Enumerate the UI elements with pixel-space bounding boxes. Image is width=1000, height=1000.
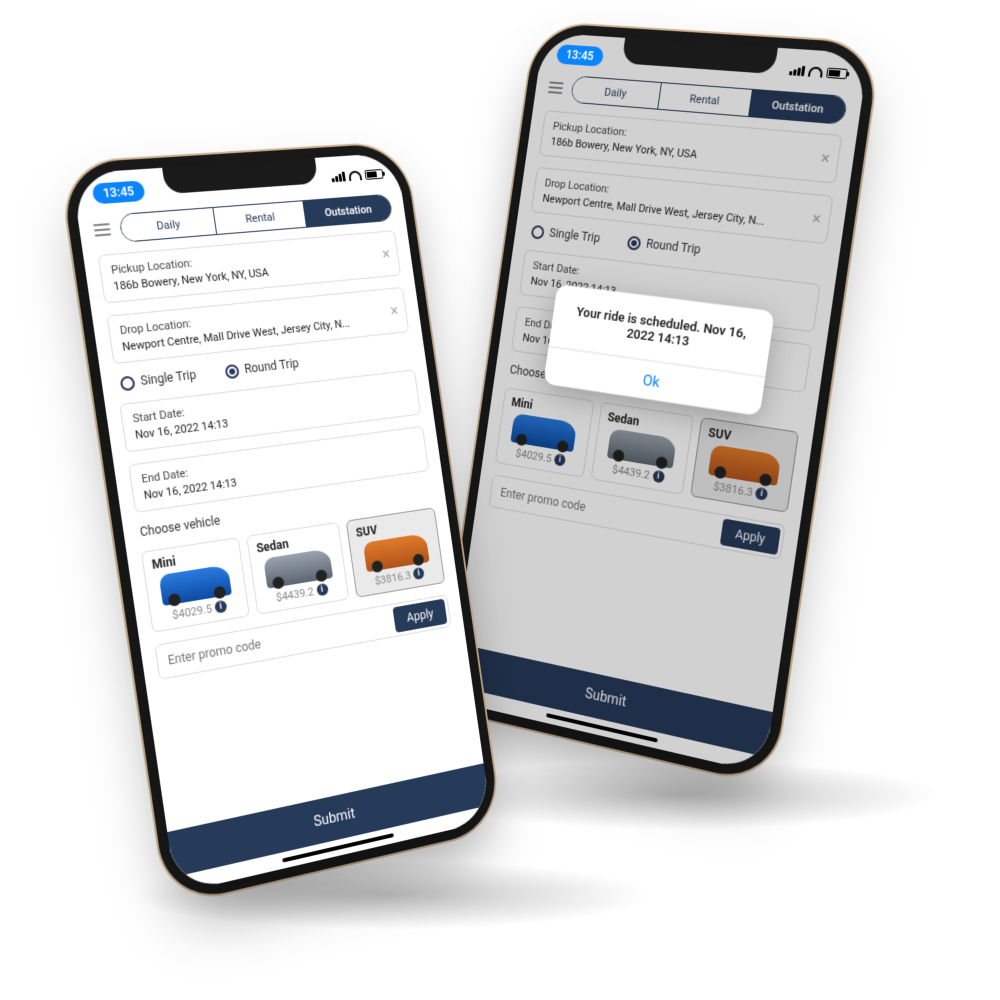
car-icon [708,444,781,486]
promo-row: Apply [488,474,785,560]
vehicle-mini[interactable]: Mini $4029.5i [495,387,594,478]
single-trip-radio[interactable]: Single Trip [119,368,197,392]
home-indicator [546,713,658,743]
clear-drop-icon[interactable]: × [389,303,399,319]
info-icon[interactable]: i [316,583,329,597]
round-trip-radio[interactable]: Round Trip [224,356,300,379]
trip-type-row: Single Trip Round Trip [527,223,825,271]
tab-daily[interactable]: Daily [120,208,218,242]
drop-label: Drop Location: [544,176,803,215]
car-icon [607,428,677,468]
confirmation-alert: Your ride is scheduled. Nov 16, 2022 14:… [543,284,775,416]
battery-icon [364,169,383,180]
tab-rental[interactable]: Rental [213,201,307,234]
round-trip-radio[interactable]: Round Trip [626,235,701,258]
phone-mockup-right: 13:45 Daily Rental Outstation Pickup Loc… [448,33,869,774]
status-time: 13:45 [556,44,604,67]
tab-outstation[interactable]: Outstation [303,195,392,227]
wifi-icon [808,66,824,77]
status-bar: 13:45 [539,33,869,91]
vehicle-suv[interactable]: SUV $3816.3i [690,417,799,513]
pickup-field[interactable]: Pickup Location: 186b Bowery, New York, … [539,110,842,183]
form-content: Pickup Location: 186b Bowery, New York, … [83,229,483,832]
tab-rental[interactable]: Rental [658,83,753,116]
tab-outstation[interactable]: Outstation [749,90,847,124]
submit-button[interactable]: Submit [450,643,772,757]
app-screen: 13:45 Daily Rental Outstation Pickup Loc… [71,153,492,894]
vehicle-mini[interactable]: Mini $4029.5i [141,537,250,633]
info-icon[interactable]: i [413,567,425,580]
car-icon [511,413,578,452]
pickup-label: Pickup Location: [552,120,812,155]
drop-value: Newport Centre, Mall Drive West, Jersey … [542,192,801,232]
signal-icon [331,172,346,183]
apply-button[interactable]: Apply [720,518,781,555]
promo-input[interactable] [490,475,722,547]
drop-field[interactable]: Drop Location: Newport Centre, Mall Driv… [531,167,834,244]
info-icon[interactable]: i [755,487,769,501]
phone-mockup-left: 13:45 Daily Rental Outstation Pickup Loc… [71,153,492,894]
tab-daily[interactable]: Daily [571,77,662,109]
info-icon[interactable]: i [553,454,566,467]
status-icons [331,169,384,182]
vehicle-sedan[interactable]: Sedan $4439.2i [590,402,694,495]
apply-button[interactable]: Apply [393,598,448,632]
vehicle-sedan[interactable]: Sedan $4439.2i [246,522,350,615]
app-screen: 13:45 Daily Rental Outstation Pickup Loc… [448,33,869,774]
signal-icon [789,65,805,76]
status-time: 13:45 [91,180,145,204]
clear-drop-icon[interactable]: × [811,210,822,227]
status-icons [789,65,848,79]
single-trip-radio[interactable]: Single Trip [531,224,601,246]
clear-pickup-icon[interactable]: × [381,246,391,262]
battery-icon [826,68,848,80]
vehicle-suv[interactable]: SUV $3816.3i [346,507,445,598]
pickup-value: 186b Bowery, New York, NY, USA [550,135,809,171]
info-icon[interactable]: i [652,470,665,484]
menu-icon[interactable] [93,223,111,237]
form-content: Pickup Location: 186b Bowery, New York, … [456,109,856,712]
menu-icon[interactable] [548,81,564,94]
clear-pickup-icon[interactable]: × [820,150,831,167]
info-icon[interactable]: i [214,600,227,614]
wifi-icon [348,170,362,181]
